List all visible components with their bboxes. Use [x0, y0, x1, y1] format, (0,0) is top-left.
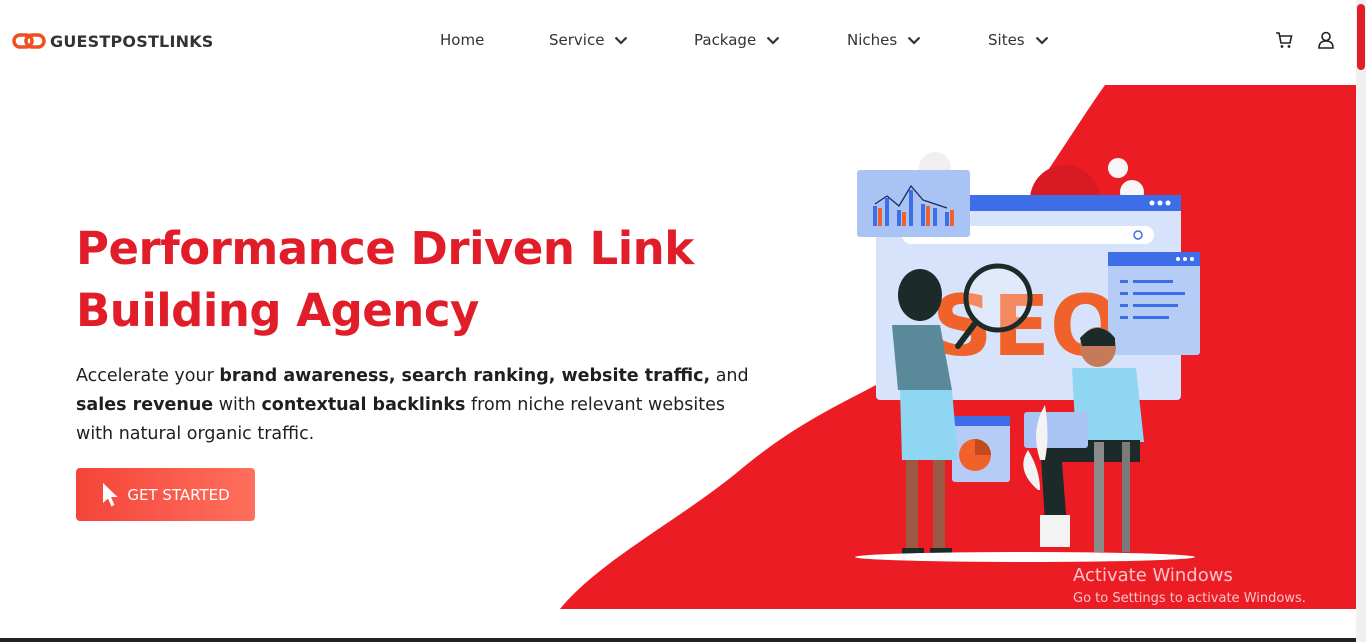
nav-sites[interactable]: Sites	[988, 31, 1049, 49]
desc-text: and	[710, 366, 749, 386]
chevron-down-icon	[766, 36, 780, 45]
chevron-down-icon	[615, 36, 628, 45]
brand-name: GUESTPOSTLINKS	[50, 31, 214, 51]
hero-title: Performance Driven Link Building Agency	[76, 218, 776, 342]
nav-service[interactable]: Service	[549, 31, 628, 49]
nav-label: Service	[549, 31, 605, 49]
nav-label: Sites	[988, 31, 1025, 49]
get-started-label: GET STARTED	[127, 485, 230, 504]
site-header: GUESTPOSTLINKS Home Service Package Nich…	[0, 0, 1356, 82]
cart-icon[interactable]	[1275, 31, 1293, 49]
cursor-arrow-icon	[103, 482, 118, 506]
hero-title-line1: Performance Driven Link	[76, 222, 694, 275]
desc-bold: contextual backlinks	[261, 395, 466, 415]
hero-title-line2: Building Agency	[76, 284, 479, 337]
nav-niches[interactable]: Niches	[847, 31, 921, 49]
brand-logo[interactable]: GUESTPOSTLINKS	[12, 30, 214, 52]
page-scrollbar[interactable]	[1356, 0, 1366, 642]
user-icon[interactable]	[1317, 31, 1335, 49]
watermark-title: Activate Windows	[1073, 565, 1233, 586]
link-chain-icon	[12, 33, 46, 49]
nav-label: Home	[440, 31, 485, 49]
nav-label: Package	[694, 31, 757, 49]
chevron-down-icon	[907, 36, 921, 45]
nav-home[interactable]: Home	[440, 31, 484, 49]
seo-illustration: SEO	[855, 152, 1200, 562]
desc-text: with	[213, 395, 262, 415]
page-bottom-divider	[0, 638, 1356, 642]
hero-description: Accelerate your brand awareness, search …	[76, 362, 766, 449]
desc-text: Accelerate your	[76, 366, 220, 386]
scrollbar-thumb[interactable]	[1357, 4, 1365, 70]
desc-bold: sales revenue	[76, 395, 214, 415]
chevron-down-icon	[1035, 36, 1048, 45]
windows-activation-watermark: Activate Windows Go to Settings to activ…	[1073, 565, 1306, 607]
get-started-button[interactable]: GET STARTED	[76, 468, 255, 521]
desc-bold: brand awareness, search ranking, website…	[219, 366, 711, 386]
nav-package[interactable]: Package	[694, 31, 780, 49]
watermark-subtitle: Go to Settings to activate Windows.	[1073, 591, 1306, 606]
nav-label: Niches	[847, 31, 898, 49]
